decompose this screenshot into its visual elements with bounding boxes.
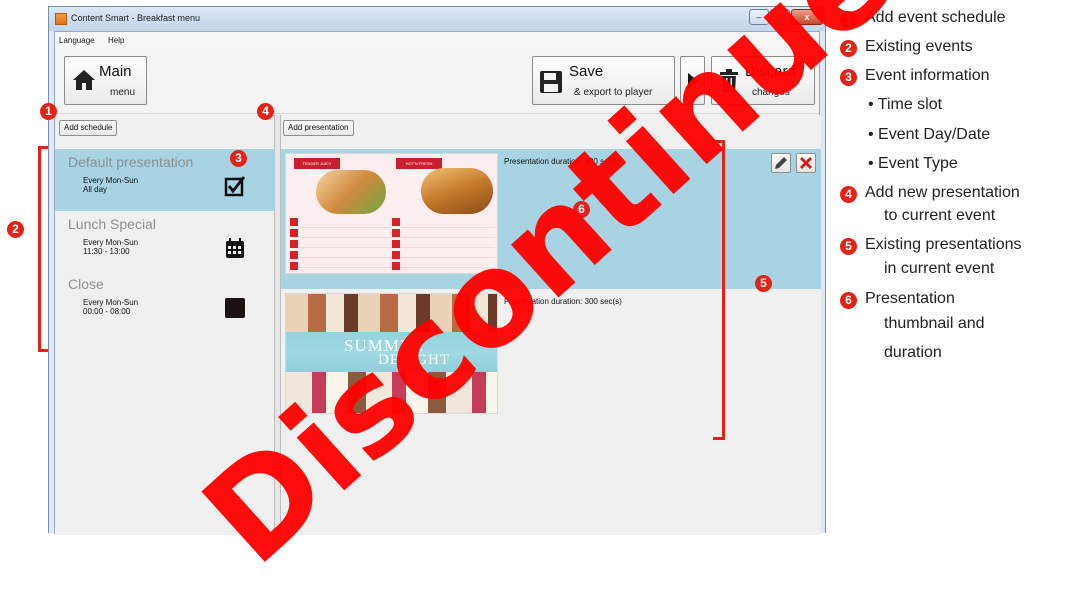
events-bracket — [38, 146, 48, 352]
presentation-thumbnail: TENDER JUICY CHICKEN HOT'N FRESH CROISSA… — [285, 153, 498, 274]
marker-1: 1 — [40, 103, 57, 120]
menu-help[interactable]: Help — [108, 36, 124, 45]
marker-4: 4 — [257, 103, 274, 120]
discard-sublabel: changes — [752, 87, 790, 98]
menu-numbers — [290, 218, 298, 272]
toolbar: Main menu Save & export to player Discar… — [55, 48, 819, 114]
event-item-close[interactable]: Close Every Mon-Sun 00:00 - 08:00 — [55, 271, 275, 333]
marker-3: 3 — [230, 150, 247, 167]
event-name: Close — [68, 276, 104, 292]
presentation-duration: Presentation duration: 300 sec(s) — [504, 157, 622, 166]
menu-numbers — [392, 218, 400, 272]
food-image — [316, 170, 386, 214]
legend-continuation: to current event — [884, 207, 996, 224]
app-window: Content Smart - Breakfast menu – □ x Lan… — [48, 6, 826, 535]
window-title: Content Smart - Breakfast menu — [71, 13, 201, 23]
presentations-bracket — [713, 140, 725, 440]
main-menu-sublabel: menu — [110, 87, 136, 98]
black-square-icon — [225, 298, 245, 318]
event-time: 11:30 - 13:00 — [83, 247, 130, 256]
delete-button[interactable] — [796, 153, 816, 173]
menu-bar: Language Help — [55, 32, 819, 48]
legend-continuation: duration — [884, 344, 942, 361]
food-image — [421, 168, 493, 214]
event-name: Default presentation — [68, 154, 194, 170]
marker-2: 2 — [7, 221, 24, 238]
close-icon — [799, 156, 813, 170]
legend-continuation: in current event — [884, 260, 995, 277]
add-presentation-button[interactable]: Add presentation — [283, 120, 354, 136]
dessert-images — [286, 372, 497, 413]
pencil-icon — [775, 157, 787, 169]
presentation-duration: Presentation duration: 300 sec(s) — [504, 297, 622, 306]
presentations-pane: Add presentation TENDER JUICY CHICKEN HO… — [281, 115, 821, 535]
close-button[interactable]: x — [791, 9, 823, 25]
trash-icon — [720, 69, 738, 92]
event-days: Every Mon-Sun — [83, 176, 139, 185]
legend-continuation: thumbnail and — [884, 315, 985, 332]
presentation-item-1[interactable]: TENDER JUICY CHICKEN HOT'N FRESH CROISSA… — [281, 149, 821, 289]
floppy-disk-icon — [540, 71, 562, 93]
event-days: Every Mon-Sun — [83, 238, 139, 247]
event-item-lunch[interactable]: Lunch Special Every Mon-Sun 11:30 - 13:0… — [55, 211, 275, 273]
marker-6: 6 — [573, 201, 590, 218]
main-menu-button[interactable]: Main menu — [64, 56, 147, 105]
legend-bullet: • Time slot — [868, 96, 943, 113]
thumb-title: DELIGHT — [378, 352, 450, 368]
event-time: All day — [83, 185, 108, 194]
presentation-thumbnail: SUMMER DELIGHT — [285, 293, 498, 414]
checkbox-icon — [224, 176, 246, 197]
menu-language[interactable]: Language — [59, 36, 95, 45]
discard-button[interactable]: Discard changes — [711, 56, 815, 105]
main-menu-label: Main — [99, 63, 132, 80]
discard-label: Discard — [745, 63, 796, 80]
thumb-caption: TENDER JUICY CHICKEN — [294, 158, 340, 177]
play-arrow-icon — [688, 73, 698, 89]
title-bar[interactable]: Content Smart - Breakfast menu – □ x — [49, 7, 825, 31]
calendar-icon — [226, 238, 244, 258]
window-client: Language Help Main menu Save & export to… — [54, 31, 821, 535]
presentation-item-2[interactable]: SUMMER DELIGHT Presentation duration: 30… — [281, 289, 821, 429]
save-sublabel: & export to player — [574, 87, 653, 98]
save-button[interactable]: Save & export to player — [532, 56, 675, 105]
app-icon — [55, 13, 67, 25]
maximize-button[interactable]: □ — [770, 9, 790, 25]
legend-bullet: • Event Type — [868, 155, 958, 172]
edit-button[interactable] — [771, 153, 791, 173]
event-time: 00:00 - 08:00 — [83, 307, 131, 316]
legend-bullet: • Event Day/Date — [868, 126, 991, 143]
add-schedule-button[interactable]: Add schedule — [59, 120, 118, 136]
event-name: Lunch Special — [68, 216, 156, 232]
thumb-caption: HOT'N FRESH CROISSANT — [396, 158, 442, 177]
minimize-button[interactable]: – — [749, 9, 769, 25]
marker-5: 5 — [755, 275, 772, 292]
export-arrow-button[interactable] — [680, 56, 705, 105]
dessert-images — [286, 294, 497, 332]
home-icon — [73, 70, 95, 90]
events-pane: Add schedule Default presentation Every … — [55, 115, 275, 535]
event-days: Every Mon-Sun — [83, 298, 139, 307]
save-label: Save — [569, 63, 604, 80]
